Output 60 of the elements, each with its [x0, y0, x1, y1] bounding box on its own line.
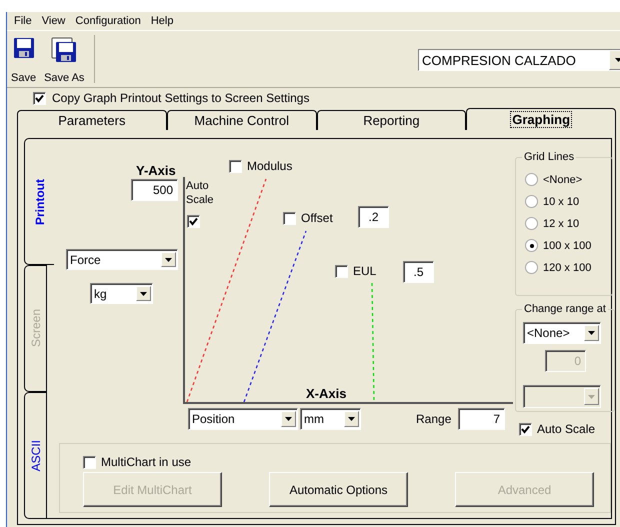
- radio-label: 100 x 100: [543, 240, 592, 252]
- tab[interactable]: Reporting: [316, 110, 466, 130]
- auto-scale-label: Auto Scale: [186, 179, 215, 207]
- dropdown-arrow-icon: [140, 292, 147, 296]
- range-field[interactable]: 7: [458, 408, 505, 430]
- checkbox[interactable]: [335, 264, 348, 278]
- menu-item[interactable]: Configuration: [71, 15, 145, 27]
- toolbar-button[interactable]: Save As: [40, 31, 88, 87]
- checkbox[interactable]: [519, 422, 532, 436]
- tab[interactable]: Parameters: [17, 110, 167, 130]
- radio-button[interactable]: [525, 173, 538, 186]
- push-button[interactable]: Automatic Options: [269, 472, 408, 507]
- curve-label: Modulus: [247, 159, 292, 173]
- curve-value-field[interactable]: .5: [403, 261, 434, 283]
- x-axis-title: X-Axis: [306, 386, 346, 401]
- checkbox[interactable]: [187, 215, 200, 228]
- y-max-field[interactable]: 500: [131, 179, 178, 201]
- checkbox-label: Copy Graph Printout Settings to Screen Settings: [52, 91, 310, 105]
- radio-button[interactable]: [525, 217, 538, 230]
- radio-label: <None>: [543, 174, 582, 186]
- radio-label: 12 x 10: [543, 218, 580, 230]
- change-range-select[interactable]: <None>: [523, 322, 601, 344]
- dropdown-arrow-icon: [588, 331, 595, 335]
- radio-label: 120 x 100: [543, 262, 592, 274]
- range-label: Range: [416, 412, 452, 426]
- y-unit-select[interactable]: kg: [90, 283, 153, 304]
- curve-label: Offset: [301, 211, 333, 225]
- checkbox[interactable]: [83, 456, 96, 468]
- y-quantity-select[interactable]: Force: [66, 249, 178, 270]
- radio-button[interactable]: [525, 239, 538, 252]
- group-title: Change range at: [523, 303, 607, 315]
- radio-button[interactable]: [525, 261, 538, 274]
- menu-item[interactable]: File: [10, 15, 36, 27]
- dropdown-arrow-icon: [285, 417, 292, 421]
- checkbox[interactable]: [33, 92, 46, 104]
- tab[interactable]: Machine Control: [166, 110, 316, 130]
- dropdown-arrow-icon: [614, 58, 620, 62]
- checkbox-label: Auto Scale: [537, 422, 596, 436]
- menu-item[interactable]: Help: [146, 15, 178, 27]
- group-title: Grid Lines: [523, 151, 576, 163]
- dropdown-arrow-icon: [588, 394, 595, 398]
- side-tab[interactable]: ASCII: [24, 392, 46, 519]
- curve-label: EUL: [353, 264, 376, 278]
- checkbox-label: MultiChart in use: [101, 455, 192, 469]
- tab[interactable]: Graphing: [466, 108, 616, 130]
- x-quantity-select[interactable]: Position: [188, 408, 298, 430]
- radio-label: 10 x 10: [543, 196, 580, 208]
- checkbox[interactable]: [283, 212, 296, 224]
- menu-item[interactable]: View: [38, 15, 70, 27]
- floppy-disks-icon: [51, 37, 78, 63]
- dropdown-arrow-icon: [165, 258, 172, 262]
- dropdown-arrow-icon: [348, 417, 355, 421]
- radio-button[interactable]: [525, 195, 538, 208]
- checkbox[interactable]: [229, 160, 242, 172]
- side-tab[interactable]: Printout: [24, 138, 54, 265]
- x-unit-select[interactable]: mm: [300, 408, 361, 430]
- toolbar-button[interactable]: Save: [7, 31, 40, 87]
- y-axis-title: Y-Axis: [136, 163, 176, 178]
- method-select[interactable]: COMPRESION CALZADO: [418, 49, 620, 71]
- curve-value-field[interactable]: .2: [358, 206, 389, 228]
